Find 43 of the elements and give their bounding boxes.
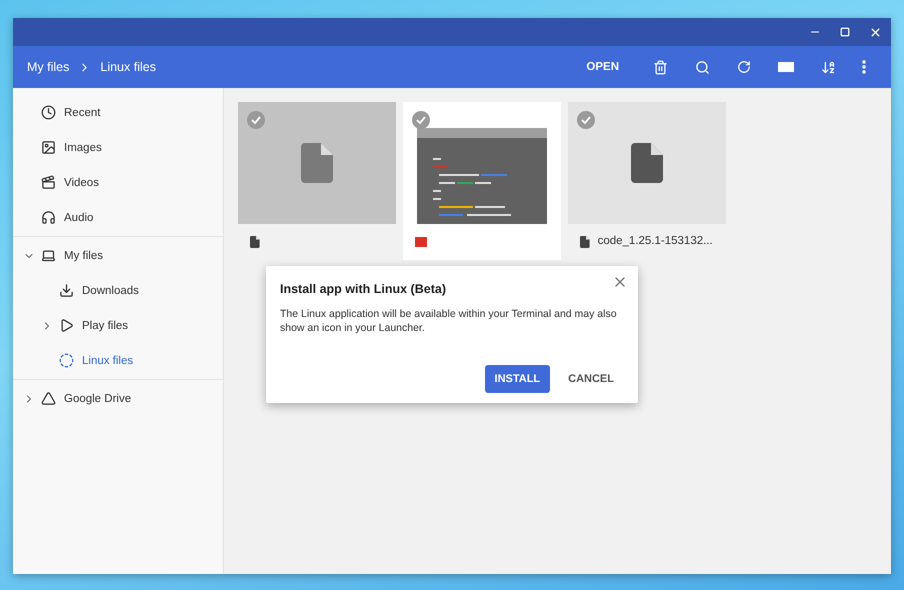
images-icon <box>41 140 56 155</box>
play-icon <box>59 318 74 333</box>
checkmark-icon[interactable] <box>577 111 595 129</box>
breadcrumb-item[interactable]: Linux files <box>100 60 156 74</box>
drive-icon <box>41 391 56 406</box>
file-icon <box>631 143 663 183</box>
small-file-icon <box>580 236 590 248</box>
videos-icon <box>41 175 56 190</box>
linux-icon <box>59 353 74 368</box>
sidebar-item[interactable]: Recent <box>41 105 100 120</box>
sidebar-item[interactable]: Linux files <box>59 353 134 368</box>
computer-icon <box>41 248 56 263</box>
file-name: code_1.25.1-153132... <box>598 234 713 250</box>
audio-icon <box>41 210 56 225</box>
maximize-icon <box>840 27 850 37</box>
sort-icon <box>820 60 836 74</box>
file-tile[interactable] <box>403 102 561 260</box>
more-icon <box>862 60 866 74</box>
checkmark-icon[interactable] <box>247 111 265 129</box>
close-icon <box>868 26 882 38</box>
sidebar-item[interactable]: My files <box>41 248 103 263</box>
sidebar-item[interactable]: Images <box>41 140 102 155</box>
sidebar-item[interactable]: Google Drive <box>41 391 132 406</box>
sidebar-item[interactable]: Audio <box>41 210 94 225</box>
dialog-title: Install app with Linux (Beta) <box>280 282 447 296</box>
download-icon <box>59 283 74 298</box>
checkmark-icon[interactable] <box>412 111 430 129</box>
file-icon <box>301 143 333 183</box>
cancel-button[interactable]: CANCEL <box>558 365 624 394</box>
sidebar-item[interactable]: Videos <box>41 175 99 190</box>
trash-icon <box>652 60 668 74</box>
refresh-icon <box>737 60 751 74</box>
search-icon <box>694 60 710 74</box>
small-file-icon <box>250 236 260 248</box>
sidebar-item[interactable]: Play files <box>59 318 128 333</box>
breadcrumb-item[interactable]: My files <box>27 60 70 74</box>
open-button[interactable]: OPEN <box>580 57 625 77</box>
install-button[interactable]: INSTALL <box>484 365 550 394</box>
image-file-icon <box>415 237 427 247</box>
sidebar-item[interactable]: Downloads <box>59 283 139 298</box>
view-icon <box>778 62 794 72</box>
recent-icon <box>41 105 56 120</box>
dialog-message: The Linux application will be available within your Terminal and may also show an icon in your Launcher. <box>280 308 618 336</box>
